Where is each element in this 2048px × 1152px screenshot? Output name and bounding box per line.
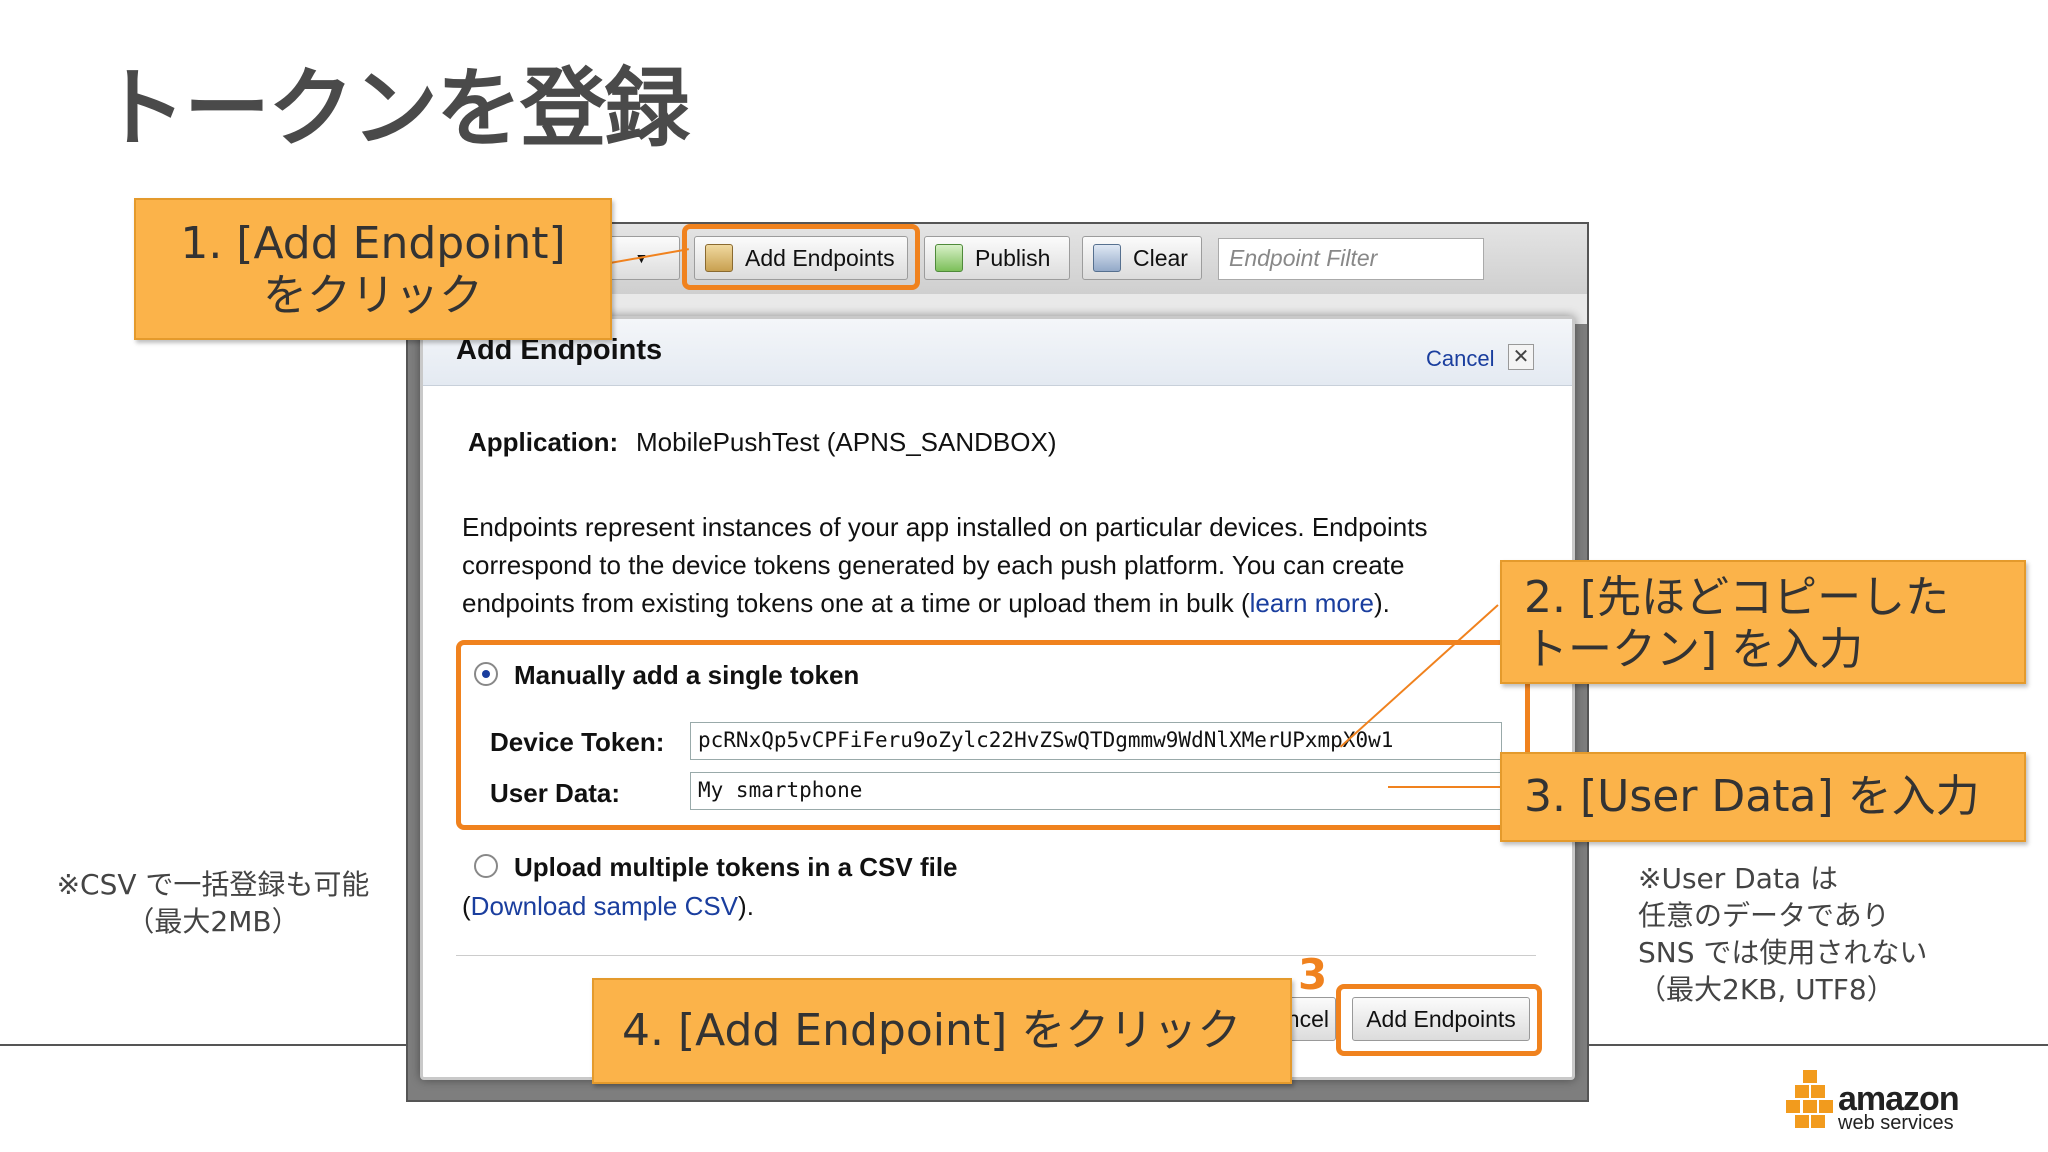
csv-line-suffix: ). xyxy=(738,891,754,921)
magnifier-icon xyxy=(1093,244,1121,272)
callout-step-1-line-1: 1. [Add Endpoint] xyxy=(180,218,566,269)
callout-step-1: 1. [Add Endpoint] をクリック xyxy=(134,198,612,340)
highlight-toolbar-add-endpoints xyxy=(682,224,920,290)
csv-option-label: Upload multiple tokens in a CSV file xyxy=(514,852,958,882)
close-icon[interactable]: ✕ xyxy=(1508,344,1534,370)
application-label: Application: xyxy=(468,427,619,457)
callout-step-2-line-2: トークン] を入力 xyxy=(1524,624,1864,675)
description-line-1: Endpoints represent instances of your ap… xyxy=(462,512,1428,542)
toolbar-clear-label: Clear xyxy=(1133,244,1188,271)
description-line-3: endpoints from existing tokens one at a … xyxy=(462,588,1390,619)
note-user-data: ※User Data は 任意のデータであり SNS では使用されない （最大2… xyxy=(1638,860,1927,1008)
toolbar-publish-button[interactable]: Publish xyxy=(924,236,1070,280)
aws-cubes-icon xyxy=(1786,1070,1834,1130)
description-line-2: correspond to the device tokens generate… xyxy=(462,550,1405,580)
csv-line-prefix: ( xyxy=(462,891,471,921)
dialog-cancel-button-label: ncel xyxy=(1286,1005,1329,1032)
dialog-cancel-link[interactable]: Cancel xyxy=(1426,346,1494,372)
download-sample-csv-link[interactable]: Download sample CSV xyxy=(471,891,738,921)
callout-step-2: 2. [先ほどコピーした トークン] を入力 xyxy=(1500,560,2026,684)
highlight-dialog-add-button xyxy=(1336,984,1542,1056)
callout-step-2-line-1: 2. [先ほどコピーした xyxy=(1524,572,1950,623)
learn-more-link[interactable]: learn more xyxy=(1250,588,1374,618)
highlight-manual-token-section xyxy=(456,640,1530,830)
description-line-3-suffix: ). xyxy=(1373,588,1390,618)
note-csv: ※CSV で一括登録も可能 （最大2MB） xyxy=(36,866,390,940)
slide-title: トークンを登録 xyxy=(100,59,690,159)
connector-line-step3 xyxy=(1388,786,1500,788)
toolbar-clear-button[interactable]: Clear xyxy=(1082,236,1202,280)
note-user-data-line-1: ※User Data は xyxy=(1638,862,1838,895)
note-csv-line-2: （最大2MB） xyxy=(126,905,300,938)
csv-upload-radio[interactable] xyxy=(474,854,498,878)
note-user-data-line-3: SNS では使用されない xyxy=(1638,936,1928,969)
csv-download-line: (Download sample CSV). xyxy=(462,891,754,922)
step-marker-number: 3 xyxy=(1298,950,1328,999)
dialog-footer-separator xyxy=(456,955,1536,956)
aws-logo-sub: web services xyxy=(1838,1112,1954,1134)
description-line-3-prefix: endpoints from existing tokens one at a … xyxy=(462,588,1250,618)
note-user-data-line-4: （最大2KB, UTF8） xyxy=(1638,973,1895,1006)
note-user-data-line-2: 任意のデータであり xyxy=(1638,899,1890,932)
callout-step-4: 4. [Add Endpoint] をクリック xyxy=(592,978,1292,1084)
application-value: MobilePushTest (APNS_SANDBOX) xyxy=(636,427,1057,457)
callout-step-1-line-2: をクリック xyxy=(263,270,483,321)
toolbar-publish-label: Publish xyxy=(975,244,1051,271)
callout-step-3: 3. [User Data] を入力 xyxy=(1500,752,2026,842)
note-csv-line-1: ※CSV で一括登録も可能 xyxy=(56,868,370,901)
endpoint-filter-input[interactable]: Endpoint Filter xyxy=(1218,238,1484,280)
publish-icon xyxy=(935,244,963,272)
